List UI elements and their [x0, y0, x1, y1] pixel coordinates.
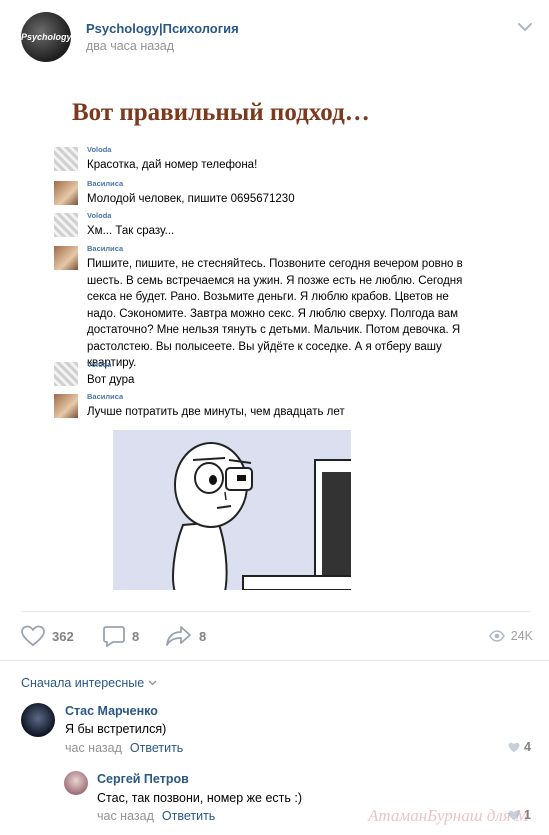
- chat-author: Voloda: [87, 360, 112, 369]
- chat-avatar: [54, 246, 78, 270]
- heart-icon: [21, 625, 45, 647]
- comments-sort-dropdown[interactable]: Сначала интересные: [21, 676, 157, 690]
- comments-sort-label: Сначала интересные: [21, 676, 145, 690]
- post-time[interactable]: два часа назад: [86, 39, 174, 53]
- chevron-down-icon: [148, 680, 157, 686]
- view-count: 24K: [510, 629, 533, 643]
- chat-text: Красотка, дай номер телефона!: [87, 159, 258, 171]
- comic-drawing: [113, 430, 351, 590]
- chat-avatar: [54, 362, 78, 386]
- chat-text: Вот дура: [87, 374, 135, 386]
- comment-text: Я бы встретился): [65, 722, 167, 736]
- comment-meta: час назад Ответить: [65, 741, 183, 755]
- comment-like-button[interactable]: 4: [508, 740, 531, 754]
- like-count: 362: [52, 628, 74, 644]
- comic-reaction-image[interactable]: [113, 430, 351, 590]
- reply-button[interactable]: Ответить: [162, 809, 215, 823]
- divider: [0, 660, 549, 661]
- chat-author: Voloda: [87, 211, 112, 220]
- group-avatar-text: Psychology: [21, 32, 71, 42]
- comment-author[interactable]: Сергей Петров: [97, 772, 189, 786]
- chat-author: Василиса: [87, 392, 124, 401]
- comment-time[interactable]: час назад: [65, 741, 122, 755]
- meme-image[interactable]: Вот правильный подход… Voloda Красотка, …: [54, 95, 474, 425]
- comment-button[interactable]: 8: [103, 624, 139, 648]
- comment-count: 8: [132, 628, 140, 644]
- divider: [21, 611, 531, 612]
- chat-text: Лучше потратить две минуты, чем двадцать…: [87, 406, 345, 418]
- share-count: 8: [199, 628, 207, 644]
- group-avatar[interactable]: Psychology: [21, 12, 71, 62]
- meme-title: Вот правильный подход…: [72, 99, 370, 126]
- watermark: АтаманБурнаш для М: [368, 806, 530, 825]
- comment-like-count: 4: [524, 740, 531, 754]
- chat-author: Василиса: [87, 244, 124, 253]
- group-name-link[interactable]: Psychology|Психология: [86, 21, 239, 36]
- chat-text: Молодой человек, пишите 0695671230: [87, 193, 295, 205]
- comment: Стас Марченко Я бы встретился) час назад…: [21, 703, 533, 755]
- share-icon: [166, 626, 191, 646]
- avatar[interactable]: [64, 771, 88, 795]
- like-button[interactable]: 362: [21, 624, 74, 648]
- views-counter: 24K: [488, 624, 533, 648]
- comment-author[interactable]: Стас Марченко: [65, 704, 158, 718]
- reply-button[interactable]: Ответить: [130, 741, 183, 755]
- heart-icon: [508, 742, 520, 752]
- chat-avatar: [54, 394, 78, 418]
- post-header: Psychology Psychology|Психология два час…: [21, 12, 536, 62]
- chat-text: Хм... Так сразу...: [87, 225, 175, 237]
- comment-time[interactable]: час назад: [97, 809, 154, 823]
- chat-author: Василиса: [87, 179, 124, 188]
- chat-avatar: [54, 147, 78, 171]
- chat-avatar: [54, 181, 78, 205]
- comment-meta: час назад Ответить: [97, 809, 215, 823]
- chat-avatar: [54, 213, 78, 237]
- comment-icon: [103, 626, 125, 647]
- post-actions: 362 8 8 24K: [21, 624, 533, 648]
- chevron-down-icon[interactable]: [518, 22, 532, 32]
- avatar[interactable]: [21, 703, 55, 737]
- chat-text: Пишите, пишите, не стесняйтесь. Позвонит…: [87, 258, 463, 369]
- comment-text: Стас, так позвони, номер же есть :): [97, 791, 302, 805]
- chat-author: Voloda: [87, 145, 112, 154]
- share-button[interactable]: 8: [166, 624, 206, 648]
- eye-icon: [488, 630, 505, 642]
